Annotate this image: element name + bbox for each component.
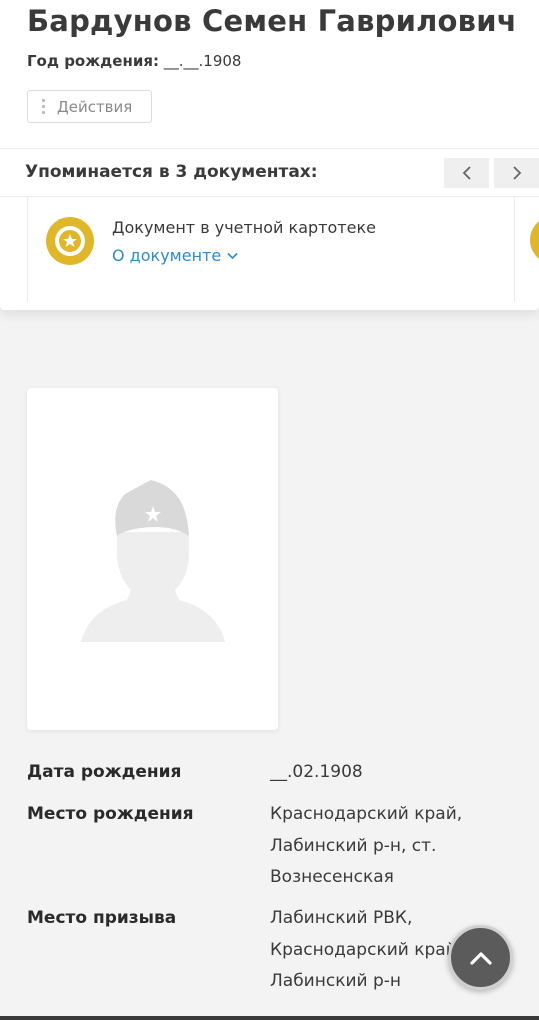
birth-place-line: Краснодарский край, (270, 804, 463, 824)
draft-place-line: Краснодарский край, (270, 939, 463, 960)
photo-placeholder-card (27, 388, 278, 730)
birth-year-label: Год рождения: (27, 52, 159, 70)
birth-year: Год рождения: __.__.1908 (27, 52, 241, 70)
draft-place-line: Лабинский РВК, (270, 908, 413, 928)
divider (0, 148, 539, 149)
chevron-up-icon (469, 951, 492, 965)
prev-document-button[interactable] (444, 158, 489, 188)
birth-place-value: Краснодарский край, Лабинский р-н, ст. В… (270, 799, 462, 894)
next-document-button[interactable] (494, 158, 539, 188)
person-header-card: Бардунов Семен Гаврилович Год рождения: … (0, 0, 539, 310)
document-details-link[interactable]: О документе (112, 246, 238, 265)
document-details-link-label: О документе (112, 246, 222, 265)
birth-place-label: Место рождения (27, 804, 194, 824)
draft-place-value: Лабинский РВК, Краснодарский край, Лабин… (270, 903, 462, 998)
scroll-to-top-button[interactable] (448, 925, 513, 990)
mentions-title: Упоминается в 3 документах: (25, 162, 318, 182)
draft-place-label: Место призыва (27, 908, 177, 928)
birth-year-value: __.__.1908 (158, 52, 242, 70)
birth-date-line: __.02.1908 (270, 762, 363, 782)
star-medal-icon (46, 217, 94, 265)
star-medal-icon (528, 214, 539, 266)
vertical-dots-icon (42, 99, 45, 114)
soldier-silhouette-icon (81, 480, 225, 642)
birth-date-label: Дата рождения (27, 762, 182, 782)
birth-date-value: __.02.1908 (270, 757, 363, 789)
chevron-down-icon (227, 252, 238, 259)
actions-button-label: Действия (57, 97, 133, 116)
person-name: Бардунов Семен Гаврилович (27, 4, 517, 38)
birth-place-line: Лабинский р-н, ст. (270, 835, 437, 856)
draft-place-line: Лабинский р-н (270, 971, 402, 991)
divider (0, 196, 539, 197)
document-card-edge (27, 197, 28, 302)
document-card-edge (514, 197, 515, 302)
document-type: Документ в учетной картотеке (112, 218, 376, 237)
birth-place-line: Вознесенская (270, 867, 394, 887)
actions-button[interactable]: Действия (27, 90, 152, 123)
chevron-right-icon (512, 166, 521, 180)
bottom-bar (0, 1016, 539, 1020)
chevron-left-icon (462, 166, 471, 180)
